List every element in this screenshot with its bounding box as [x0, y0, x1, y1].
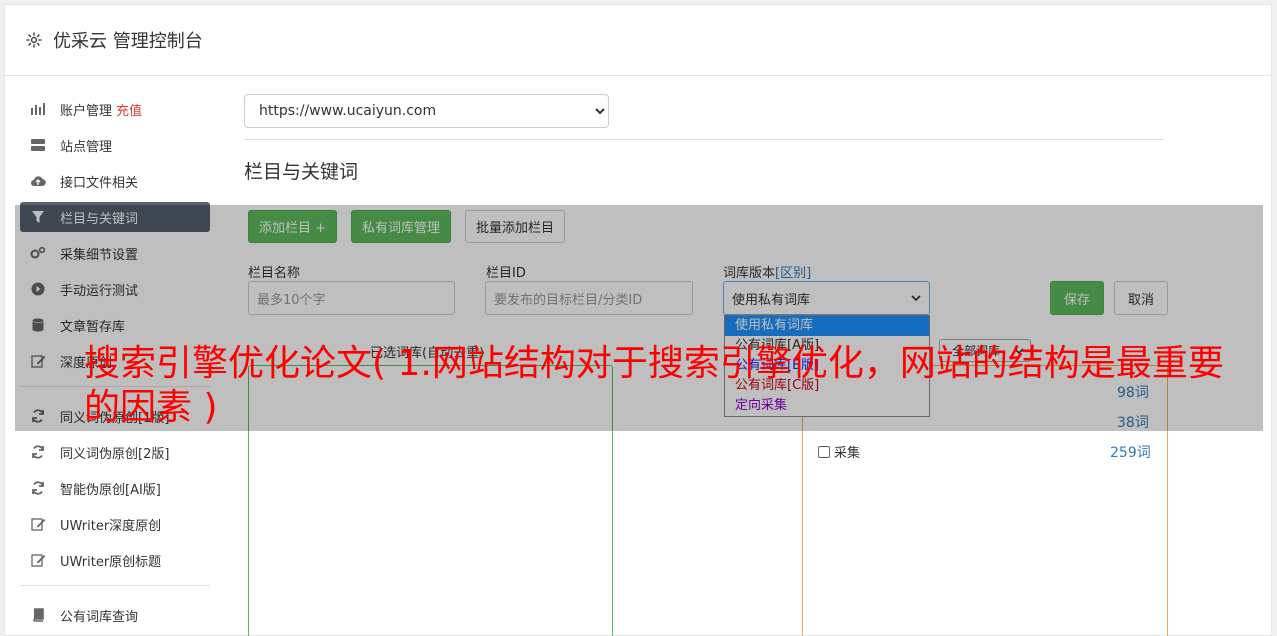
column-name-input[interactable]: 最多10个字	[248, 281, 455, 315]
sidebar-item-collect-settings[interactable]: 采集细节设置	[20, 238, 210, 268]
lib-version-label-text: 词库版本	[723, 266, 776, 281]
sidebar-item-uwriter-title[interactable]: UWriter原创标题	[20, 545, 210, 575]
sidebar-item-account[interactable]: 账户管理 充值	[20, 94, 210, 124]
column-name-label: 栏目名称	[248, 266, 301, 281]
chevron-down-icon	[911, 291, 921, 306]
save-button[interactable]: 保存	[1050, 281, 1104, 315]
refresh-icon	[30, 480, 46, 496]
cogs-icon	[30, 245, 46, 261]
cloud-upload-icon	[30, 173, 46, 189]
edit-icon	[30, 353, 46, 369]
checkbox-icon[interactable]	[818, 445, 830, 458]
filter-icon	[30, 209, 46, 225]
batch-add-button[interactable]: 批量添加栏目	[465, 210, 566, 243]
divider	[244, 139, 1164, 140]
server-icon	[30, 137, 46, 153]
database-icon	[30, 317, 46, 333]
sidebar-item-label: 账户管理	[60, 103, 113, 119]
column-id-input[interactable]: 要发布的目标栏目/分类ID	[485, 281, 693, 315]
top-bar: 优采云 管理控制台	[5, 5, 1271, 76]
play-circle-icon	[30, 281, 46, 297]
bar-chart-icon	[30, 101, 46, 117]
option-private-lib[interactable]: 使用私有词库	[725, 316, 929, 336]
sidebar-item-label: 栏目与关键词	[60, 211, 139, 227]
sidebar-item-label: UWriter原创标题	[60, 554, 162, 570]
sidebar-item-label: 采集细节设置	[60, 247, 139, 263]
lib-version-value: 使用私有词库	[732, 292, 811, 308]
sidebar-item-label: UWriter深度原创	[60, 518, 162, 534]
lib-name: 采集	[834, 446, 861, 461]
add-column-button[interactable]: 添加栏目 +	[248, 210, 338, 243]
sidebar-item-label: 接口文件相关	[60, 175, 139, 191]
refresh-icon	[30, 408, 46, 424]
book-icon	[30, 607, 46, 623]
lib-version-label: 词库版本[区别]	[723, 262, 811, 281]
main-content: https://www.ucaiyun.com 栏目与关键词	[244, 94, 1164, 184]
sidebar-item-label: 同义词伪原创[2版]	[60, 446, 170, 462]
column-id-label: 栏目ID	[486, 266, 526, 281]
sidebar-item-uwriter-deep[interactable]: UWriter深度原创	[20, 509, 210, 539]
difference-link[interactable]: [区别]	[775, 266, 811, 281]
sidebar-item-manual-run[interactable]: 手动运行测试	[20, 274, 210, 304]
sidebar-item-label: 文章暂存库	[60, 319, 126, 335]
lib-row[interactable]: 采集	[818, 442, 860, 461]
sidebar-item-label: 站点管理	[60, 139, 113, 155]
sidebar-item-public-lib-query[interactable]: 公有词库查询	[20, 600, 210, 630]
edit-icon	[30, 552, 46, 568]
sidebar-item-ai-rewrite[interactable]: 智能伪原创[AI版]	[20, 473, 210, 503]
cancel-button[interactable]: 取消	[1114, 281, 1168, 315]
section-title: 栏目与关键词	[244, 161, 359, 183]
site-select[interactable]: https://www.ucaiyun.com	[244, 94, 609, 128]
refresh-icon	[30, 444, 46, 460]
private-lib-button[interactable]: 私有词库管理	[351, 210, 452, 243]
sidebar-item-label: 公有词库查询	[60, 609, 139, 625]
recharge-link[interactable]: 充值	[116, 100, 142, 119]
sidebar-item-label: 智能伪原创[AI版]	[60, 482, 161, 498]
sidebar-item-sites[interactable]: 站点管理	[20, 130, 210, 160]
lib-version-select[interactable]: 使用私有词库	[723, 281, 930, 315]
lib-count: 259词	[1110, 445, 1151, 461]
sidebar-item-article-storage[interactable]: 文章暂存库	[20, 310, 210, 340]
page-title: 优采云 管理控制台	[53, 31, 203, 52]
sidebar-item-columns-keywords[interactable]: 栏目与关键词	[20, 202, 210, 232]
sidebar-item-synonym-v2[interactable]: 同义词伪原创[2版]	[20, 437, 210, 467]
sidebar-item-interface-files[interactable]: 接口文件相关	[20, 166, 210, 196]
edit-icon	[30, 516, 46, 532]
gear-icon	[25, 31, 43, 49]
banner-text: 搜索引擎优化论文( 1.网站结构对于搜索引擎优化，网站的结构是最重要的因素 )	[84, 343, 1224, 428]
sidebar-item-label: 手动运行测试	[60, 283, 139, 299]
sidebar-divider	[20, 585, 210, 586]
toolbar: 添加栏目 + 私有词库管理 批量添加栏目	[248, 210, 579, 243]
